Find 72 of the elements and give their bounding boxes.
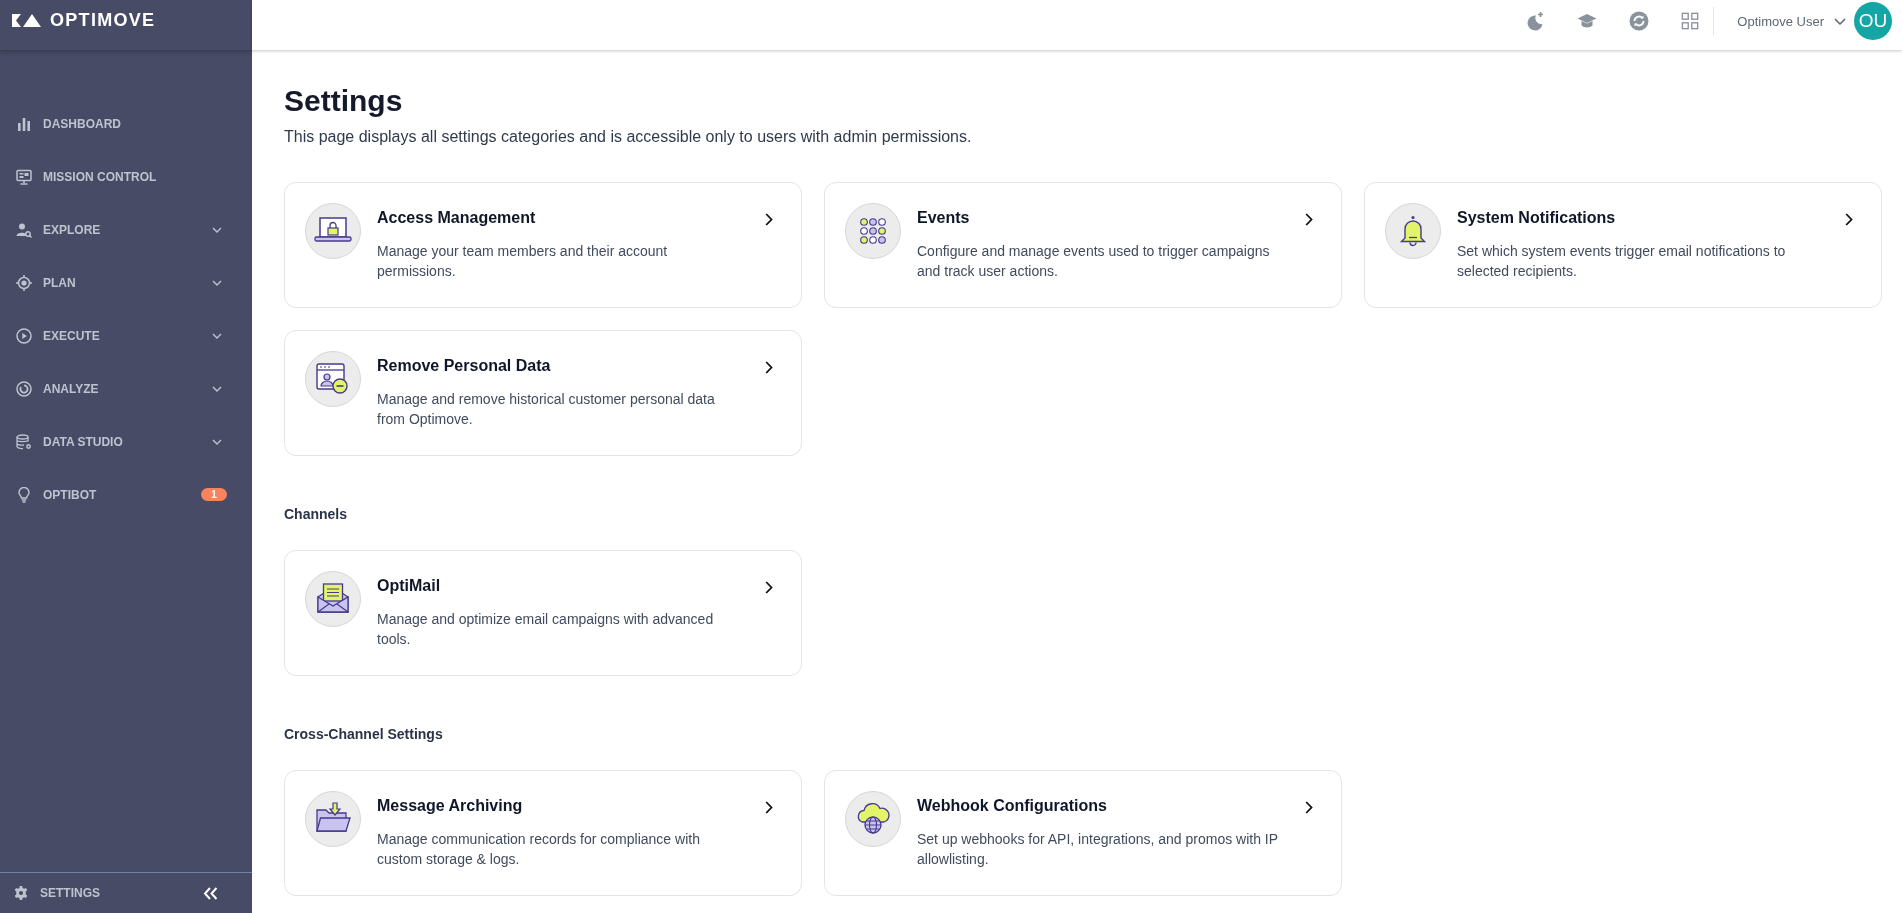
card-description: Manage communication records for compliance with custom storage & logs. bbox=[377, 830, 701, 869]
lightbulb-icon bbox=[16, 486, 32, 503]
logo-text: OPTIMOVE bbox=[50, 13, 156, 28]
chevron-right-icon bbox=[1845, 213, 1853, 226]
card-title: OptiMail bbox=[377, 576, 442, 596]
crescent-sparkle-icon[interactable] bbox=[1525, 11, 1546, 31]
bar-chart-icon bbox=[16, 115, 32, 132]
notification-badge: 1 bbox=[201, 488, 227, 501]
play-circle-icon bbox=[16, 327, 32, 344]
nav-item[interactable]: OPTIBOT 1 bbox=[0, 468, 252, 521]
chevron-down-icon bbox=[212, 332, 222, 339]
card-title: Access Management bbox=[377, 208, 537, 228]
chevron-right-icon bbox=[1305, 213, 1313, 226]
page-title: Settings bbox=[284, 83, 404, 119]
settings-icon bbox=[14, 886, 28, 900]
card-description: Manage and optimize email campaigns with advanced tools. bbox=[377, 610, 715, 649]
settings-card[interactable]: Message Archiving Manage communication records for compliance with custom storage & logs. bbox=[284, 770, 802, 896]
collapse-icon[interactable] bbox=[203, 886, 218, 900]
user-menu-button[interactable]: Optimove User bbox=[1737, 13, 1846, 29]
sync-icon[interactable] bbox=[1629, 11, 1650, 31]
chevron-right-icon bbox=[765, 213, 773, 226]
nav-item[interactable]: MISSION CONTROL bbox=[0, 150, 252, 203]
laptop-lock-icon bbox=[305, 203, 361, 259]
ring-icon bbox=[16, 380, 32, 397]
settings-card[interactable]: System Notifications Set which system events trigger email notifications to selected recipients. bbox=[1364, 182, 1882, 308]
nav-item[interactable]: PLAN bbox=[0, 256, 252, 309]
nav-item[interactable]: DASHBOARD bbox=[0, 97, 252, 150]
grid-icon[interactable] bbox=[1681, 12, 1700, 30]
nav-item[interactable]: EXECUTE bbox=[0, 309, 252, 362]
settings-card[interactable]: Access Management Manage your team members and their account permissions. bbox=[284, 182, 802, 308]
card-title: Message Archiving bbox=[377, 796, 524, 816]
cloud-globe-icon bbox=[845, 791, 901, 847]
settings-nav-item[interactable]: SETTINGS bbox=[14, 886, 100, 900]
card-description: Set up webhooks for API, integrations, and promos with IP allowlisting. bbox=[917, 830, 1279, 869]
chevron-down-icon bbox=[1834, 17, 1846, 25]
crosshair-icon bbox=[16, 274, 32, 291]
settings-card[interactable]: Webhook Configurations Set up webhooks for API, integrations, and promos with IP allowlisting. bbox=[824, 770, 1342, 896]
card-title: Events bbox=[917, 208, 971, 228]
chevron-right-icon bbox=[765, 581, 773, 594]
settings-card[interactable]: Remove Personal Data Manage and remove historical customer personal data from Optimove. bbox=[284, 330, 802, 456]
card-title: System Notifications bbox=[1457, 208, 1617, 228]
page-description: This page displays all settings categories and is accessible only to users with admin permissions. bbox=[284, 127, 973, 147]
chevron-down-icon bbox=[212, 438, 222, 445]
section-heading: Cross-Channel Settings bbox=[284, 725, 444, 744]
envelope-letter-icon bbox=[305, 571, 361, 627]
card-description: Configure and manage events used to trigger campaigns and track user actions. bbox=[917, 242, 1271, 281]
settings-card[interactable]: OptiMail Manage and optimize email campaigns with advanced tools. bbox=[284, 550, 802, 676]
nav-item[interactable]: DATA STUDIO bbox=[0, 415, 252, 468]
settings-card[interactable]: Events Configure and manage events used to trigger campaigns and track user actions. bbox=[824, 182, 1342, 308]
nav-item[interactable]: ANALYZE bbox=[0, 362, 252, 415]
card-description: Manage your team members and their account permissions. bbox=[377, 242, 669, 281]
chevron-right-icon bbox=[1305, 801, 1313, 814]
chevron-right-icon bbox=[765, 801, 773, 814]
card-description: Manage and remove historical customer personal data from Optimove. bbox=[377, 390, 716, 429]
monitor-icon bbox=[16, 168, 32, 185]
card-title: Remove Personal Data bbox=[377, 356, 552, 376]
database-gear-icon bbox=[16, 433, 32, 450]
card-description: Set which system events trigger email notifications to selected recipients. bbox=[1457, 242, 1787, 281]
section-heading: Channels bbox=[284, 505, 348, 524]
chevron-down-icon bbox=[212, 385, 222, 392]
window-user-minus-icon bbox=[305, 351, 361, 407]
chevron-down-icon bbox=[212, 226, 222, 233]
user-search-icon bbox=[16, 221, 32, 238]
nav-item[interactable]: EXPLORE bbox=[0, 203, 252, 256]
logo-mark-icon bbox=[12, 14, 41, 27]
bell-icon bbox=[1385, 203, 1441, 259]
user-avatar[interactable]: OU bbox=[1854, 2, 1892, 40]
card-title: Webhook Configurations bbox=[917, 796, 1108, 816]
folder-download-icon bbox=[305, 791, 361, 847]
dot-grid-icon bbox=[845, 203, 901, 259]
chevron-right-icon bbox=[765, 361, 773, 374]
chevron-down-icon bbox=[212, 279, 222, 286]
